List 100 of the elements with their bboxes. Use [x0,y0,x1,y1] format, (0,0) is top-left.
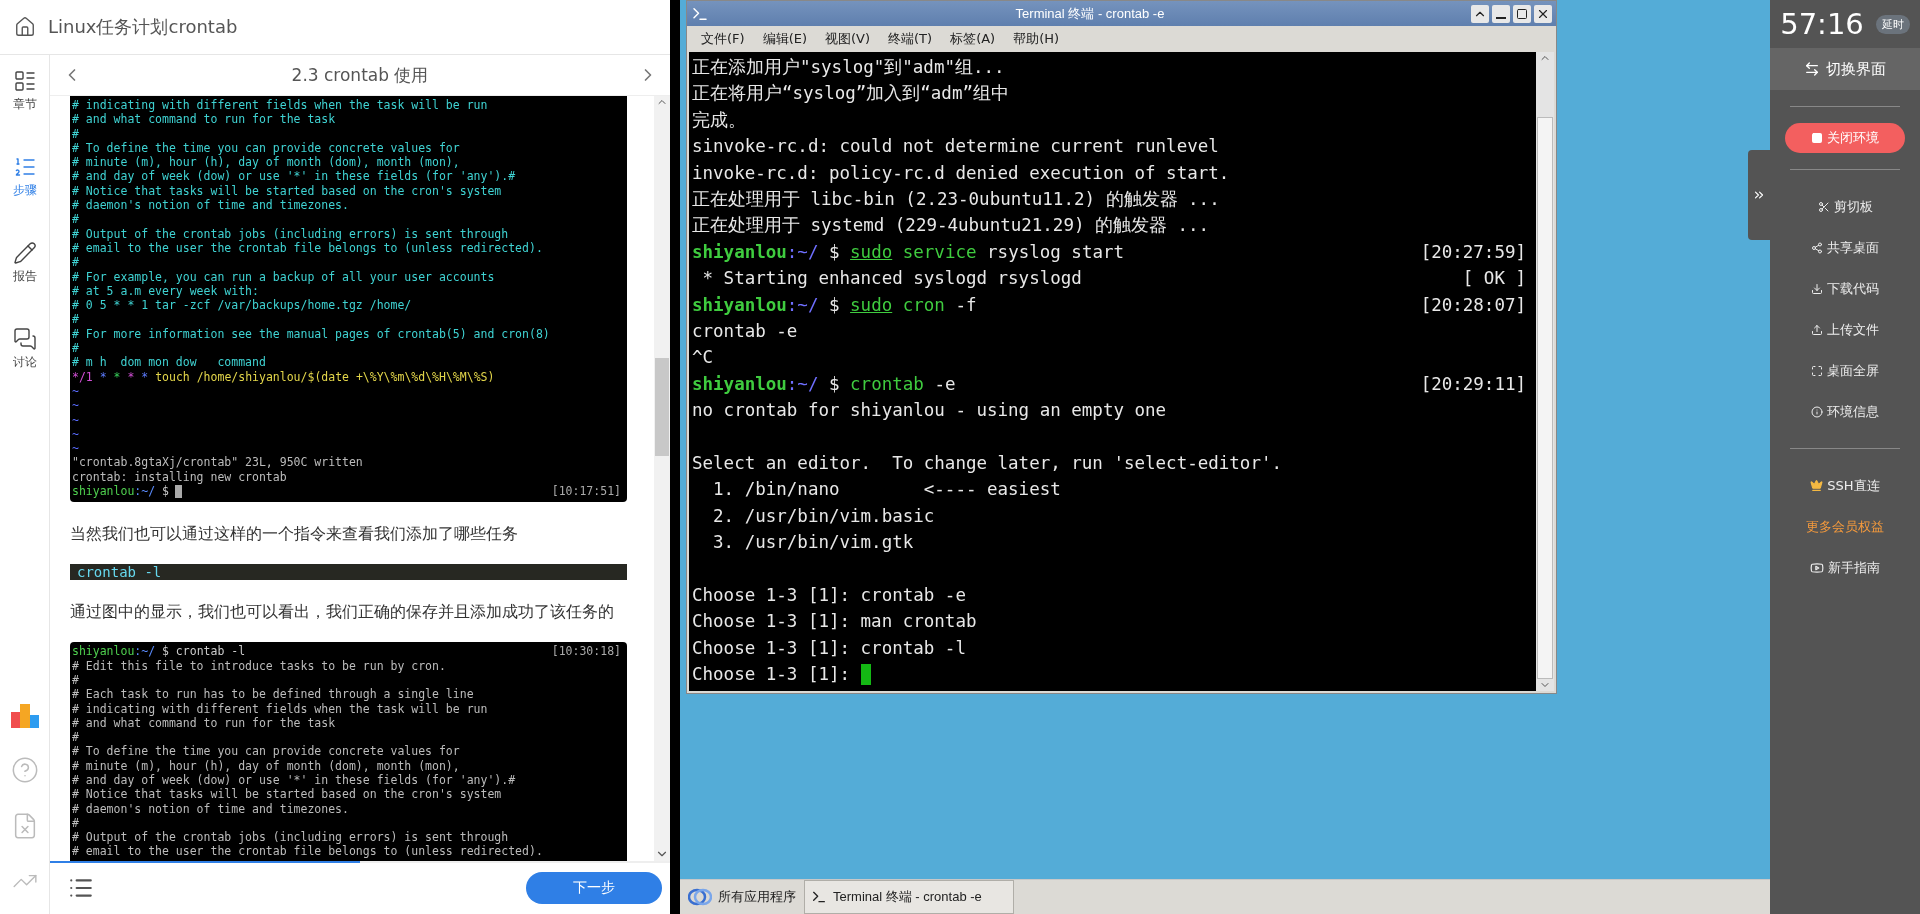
scroll-thumb[interactable] [1537,117,1553,679]
rail-tab[interactable]: 章节 [12,69,37,155]
terminal-line: 1. /bin/nano <---- easiest [712,478,1062,502]
terminal-line: 正在将用户“syslog”加入到“adm”组中 [692,82,1010,106]
terminal-line: Choose 1-3 [1]: man crontab [692,610,978,634]
cron-line: */1 * * * * touch /home/shiyanlou/$(date +\%Y\%m\%d\%H\%M\%S) [72,369,496,384]
tool-button[interactable]: 环境信息 [1805,391,1885,432]
crown-icon [1810,479,1824,492]
code-line: # and day of week (dow) or use '*' in these fields (for 'any').# [72,169,517,184]
terminal-line: invoke-rc.d: policy-rc.d denied execution of start. [692,161,1231,185]
code-block: crontab -l [70,564,627,581]
output-line: # Output of the crontab jobs (including errors) is sent through [72,830,510,845]
scroll-thumb[interactable] [655,358,669,456]
scrollbar[interactable] [1536,52,1554,691]
double-chevron-icon [1752,188,1766,202]
shell-prompt: shiyanlou:~/ $ crontab -e [692,372,956,396]
terminal-line: crontab -e [692,319,799,343]
rail-tab[interactable]: 步骤 [12,155,37,241]
code-line: # 0 5 * * 1 tar -zcf /var/backups/home.tgz /home/ [72,298,413,313]
status-result: [ OK ] [1462,267,1526,291]
tool-button[interactable]: 上传文件 [1805,309,1885,350]
stop-icon [1811,132,1823,144]
terminal-icon [811,889,827,905]
download-icon [1811,282,1823,295]
output-line: # To define the time you can provide concrete values for [72,744,461,759]
terminal-line: 完成。 [692,108,747,132]
window-title: Terminal 终端 - crontab -e [1014,4,1166,23]
applications-button[interactable]: 所有应用程序 [680,880,804,914]
tool-button[interactable]: 桌面全屏 [1805,350,1885,391]
code-line: # email to the user the crontab file belongs to (unless redirected). [72,240,544,256]
home-icon[interactable] [14,16,36,38]
code-line: # indicating with different fields when the task will be run [72,98,489,113]
timestamp: [10:17:51] [551,484,621,499]
output-line: # and what command to run for the task [72,715,337,731]
output-line: # Each task to run has to be defined through a single line [72,687,475,702]
timestamp: [10:30:18] [551,644,621,659]
timestamp: [20:27:59] [1420,240,1526,264]
course-title: Linux任务计划crontab [48,15,238,39]
shade-button[interactable] [1471,4,1489,23]
guide-button[interactable]: 新手指南 [1804,547,1886,588]
swirl-logo-icon [688,888,712,906]
terminal-line: Select an editor. To change later, run 'select-editor'. [692,451,1283,475]
code-line: # minute (m), hour (h), day of month (dom), month (mon), [72,155,461,170]
minimize-button[interactable] [1492,4,1510,23]
tilde-line: ~ [72,383,80,399]
tool-button[interactable]: 剪切板 [1811,186,1879,227]
video-icon [1810,560,1824,575]
output-line: # and day of week (dow) or use '*' in these fields (for 'any').# [72,773,517,788]
panel-toggle[interactable] [1748,150,1770,240]
terminal-line: 正在处理用于 systemd (229-4ubuntu21.29) 的触发器 ... [692,214,1211,238]
tool-button[interactable]: 共享桌面 [1805,227,1885,268]
code-line: # [72,126,80,141]
code-line: # For more information see the manual pages of crontab(5) and cron(8) [72,326,551,342]
output-line: # email to the user the crontab file belongs to (unless redirected). [72,844,544,859]
code-line: # Output of the crontab jobs (including errors) is sent through [72,226,510,241]
extend-button[interactable]: 延时 [1875,14,1910,34]
menu-item[interactable]: 标签(A) [950,30,996,48]
terminal-line: 正在处理用于 libc-bin (2.23-0ubuntu11.2) 的触发器 ... [692,187,1221,211]
ssh-button[interactable]: SSH直连 [1804,465,1886,506]
menu-item[interactable]: 帮助(H) [1013,30,1060,48]
podium-icon[interactable] [10,702,39,728]
rail-tab[interactable]: 报告 [12,241,37,327]
expand-icon [1811,364,1823,377]
rail-tab[interactable]: 讨论 [12,327,37,413]
menu-item[interactable]: 文件(F) [701,30,745,48]
timestamp: [20:29:11] [1420,372,1526,396]
terminal-line: Choose 1-3 [1]: crontab -e [692,583,967,607]
terminal-line: ^C [692,346,715,370]
menu-item[interactable]: 视图(V) [825,30,871,48]
output-line: # minute (m), hour (h), day of month (dom), month (mon), [72,758,461,773]
tool-button[interactable]: 下载代码 [1805,268,1885,309]
terminal-line: no crontab for shiyanlou - using an empty one [692,399,1168,423]
output-line: # [72,815,80,831]
tilde-line: ~ [72,441,80,456]
help-icon[interactable] [10,756,39,784]
terminal-line: Choose 1-3 [1]: crontab -l [692,636,967,660]
code-line: # [72,212,80,227]
switch-view-button[interactable]: 切换界面 [1770,48,1920,90]
tilde-line: ~ [72,426,80,442]
scrollbar[interactable] [654,96,670,861]
menu-item[interactable]: 终端(T) [888,30,933,48]
close-button[interactable] [1534,4,1552,23]
code-line: # daemon's notion of time and timezones. [72,198,350,213]
task-button[interactable]: Terminal 终端 - crontab -e [804,880,1014,914]
next-step-button[interactable]: 下一步 [526,872,662,904]
shell-prompt: shiyanlou:~/ $ crontab -l [72,644,246,659]
terminal-line: sinvoke-rc.d: could not determine current runlevel [692,135,1220,159]
terminal-line: * Starting enhanced syslogd rsyslogd [701,267,1082,291]
output-line: # [72,672,80,688]
code-line: # m h dom mon dow command [72,355,267,370]
tilde-line: ~ [72,398,80,413]
terminal-line: 正在添加用户"syslog"到"adm"组... [692,56,1006,79]
pencil-icon [12,241,37,265]
shell-prompt: shiyanlou:~/ $ sudo service rsyslog start [692,240,1125,264]
timestamp: [20:28:07] [1420,293,1526,317]
maximize-button[interactable] [1513,4,1531,23]
shell-prompt: shiyanlou:~/ $ sudo cron -f [692,293,977,317]
upload-icon [1811,323,1823,336]
menu-item[interactable]: 编辑(E) [762,30,807,48]
member-benefits-link[interactable]: 更多会员权益 [1800,506,1890,547]
